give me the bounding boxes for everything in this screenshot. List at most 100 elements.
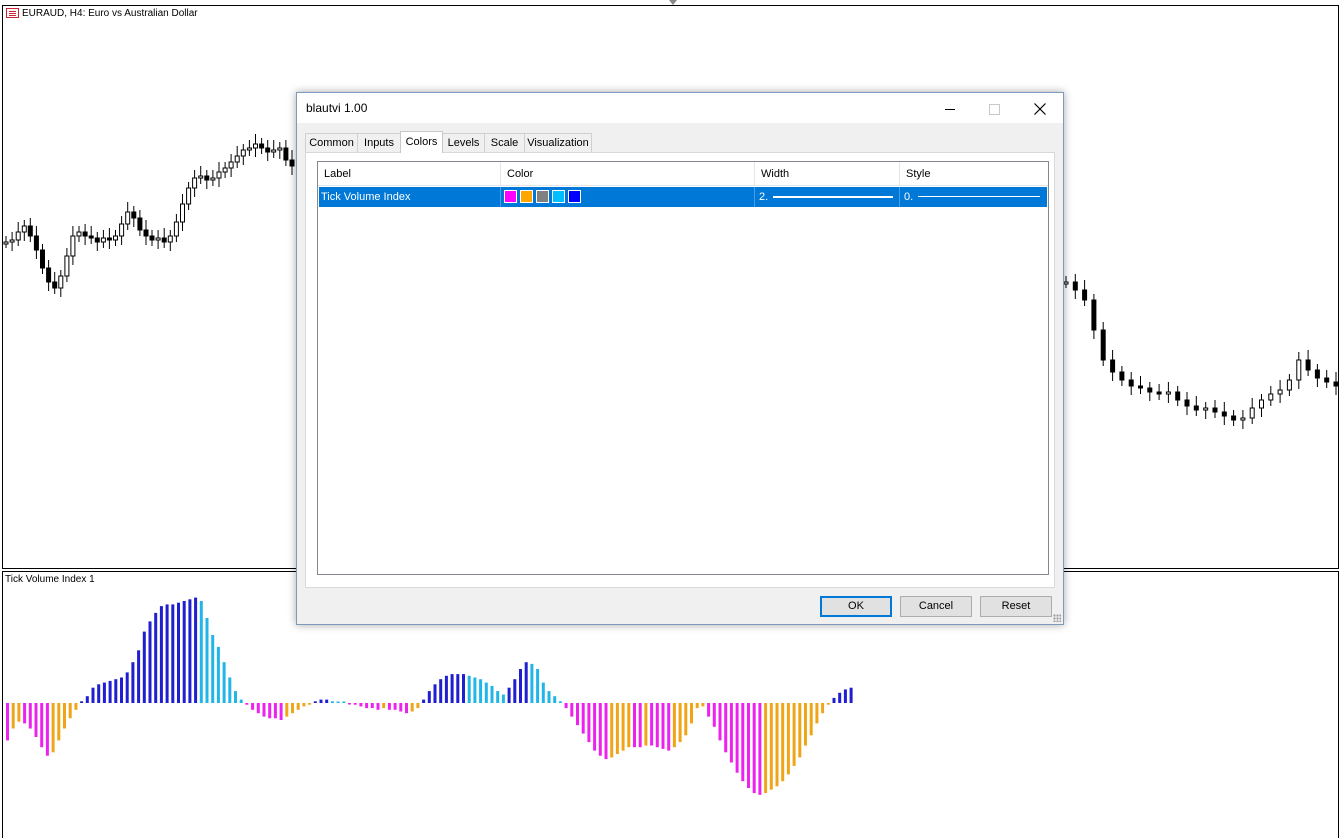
histogram-bar	[467, 675, 471, 703]
histogram-bar	[330, 701, 334, 703]
histogram-bar	[752, 703, 756, 794]
histogram-bar	[769, 703, 773, 790]
histogram-bar	[815, 703, 819, 724]
histogram-bar	[159, 606, 163, 703]
indicator-properties-dialog: blautvi 1.00 Common Inputs Colors Levels…	[296, 92, 1064, 625]
histogram-bar	[302, 703, 306, 707]
histogram-bar	[148, 621, 152, 703]
histogram-bar	[672, 703, 676, 748]
histogram-bar	[91, 687, 95, 703]
histogram-bar	[387, 703, 391, 710]
column-header-style[interactable]: Style	[900, 162, 1048, 186]
histogram-bar	[142, 631, 146, 703]
minimize-button[interactable]	[927, 93, 972, 123]
row-style-cell[interactable]: 0.	[900, 187, 1047, 207]
histogram-bar	[826, 703, 830, 705]
histogram-bar	[433, 684, 437, 703]
width-line-sample	[773, 196, 893, 198]
column-header-width[interactable]: Width	[755, 162, 900, 186]
color-swatch-4[interactable]	[552, 190, 565, 203]
column-header-label[interactable]: Label	[318, 162, 501, 186]
tab-scale[interactable]: Scale	[484, 133, 525, 152]
histogram-bar	[832, 697, 836, 703]
histogram-bar	[729, 703, 733, 763]
histogram-bar	[370, 703, 374, 709]
histogram-bar	[786, 703, 790, 775]
histogram-bar	[182, 601, 186, 703]
histogram-bar	[809, 703, 813, 736]
tab-visualization[interactable]: Visualization	[524, 133, 592, 152]
histogram-bar	[598, 703, 602, 756]
histogram-bar	[667, 703, 671, 751]
histogram-bar	[256, 703, 260, 714]
color-swatch-5[interactable]	[568, 190, 581, 203]
color-swatch-1[interactable]	[504, 190, 517, 203]
histogram-bar	[57, 703, 61, 741]
color-swatch-3[interactable]	[536, 190, 549, 203]
histogram-bar	[524, 662, 528, 703]
histogram-bar	[291, 703, 294, 714]
histogram-bar	[102, 682, 106, 703]
histogram-bar	[507, 687, 511, 703]
histogram-bar	[775, 703, 779, 787]
resize-grip-icon[interactable]	[1053, 614, 1061, 622]
histogram-bar	[707, 703, 711, 717]
histogram-bar	[68, 703, 72, 719]
histogram-bar	[558, 701, 562, 703]
histogram-bar	[114, 679, 118, 703]
histogram-bar	[51, 703, 55, 753]
histogram-bar	[353, 703, 357, 705]
histogram-bar	[456, 674, 460, 703]
histogram-bar	[319, 699, 323, 703]
column-header-color[interactable]: Color	[501, 162, 755, 186]
color-swatch-2[interactable]	[520, 190, 533, 203]
histogram-bar	[97, 684, 101, 703]
tab-common[interactable]: Common	[305, 133, 358, 152]
row-width-cell[interactable]: 2.	[755, 187, 900, 207]
histogram-bar	[724, 703, 728, 753]
histogram-bar	[564, 703, 568, 709]
histogram-bar	[34, 703, 38, 737]
tab-levels[interactable]: Levels	[442, 133, 485, 152]
histogram-bar	[633, 703, 636, 748]
tab-colors[interactable]: Colors	[400, 131, 443, 153]
histogram-bar	[741, 703, 745, 782]
histogram-bar	[735, 703, 739, 773]
histogram-bar	[530, 663, 534, 703]
histogram-bar	[849, 687, 853, 703]
maximize-button	[972, 93, 1017, 123]
histogram-bar	[479, 679, 483, 703]
row-color-cell	[501, 187, 755, 207]
histogram-bar	[747, 703, 750, 788]
minimize-icon	[944, 108, 955, 110]
close-button[interactable]	[1017, 93, 1062, 123]
histogram-bar	[541, 682, 545, 703]
histogram-bar	[501, 694, 505, 703]
histogram-bar	[792, 703, 796, 766]
cancel-button[interactable]: Cancel	[900, 596, 972, 617]
histogram-bar	[615, 703, 619, 754]
histogram-bar	[211, 635, 215, 703]
histogram-bar	[216, 646, 220, 703]
histogram-bar	[285, 703, 289, 717]
histogram-bar	[576, 703, 579, 726]
tab-inputs[interactable]: Inputs	[357, 133, 401, 152]
histogram-bar	[644, 703, 648, 746]
histogram-bar	[342, 701, 346, 703]
reset-button[interactable]: Reset	[980, 596, 1052, 617]
histogram-bar	[427, 691, 431, 703]
histogram-bar	[627, 703, 631, 748]
dialog-titlebar[interactable]: blautvi 1.00	[297, 93, 1063, 123]
colors-tab-panel: Label Color Width Style Tick Volume Inde…	[305, 152, 1055, 588]
histogram-bar	[313, 701, 317, 703]
histogram-bar	[234, 691, 237, 703]
histogram-bar	[416, 703, 420, 709]
histogram-bar	[496, 691, 500, 703]
ok-button[interactable]: OK	[820, 596, 892, 617]
histogram-bar	[695, 703, 699, 709]
histogram-bar	[239, 699, 243, 703]
histogram-bar	[513, 679, 517, 703]
table-row[interactable]: Tick Volume Index 2. 0.	[319, 187, 1047, 207]
histogram-bar	[701, 703, 705, 707]
histogram-bar	[422, 699, 426, 703]
